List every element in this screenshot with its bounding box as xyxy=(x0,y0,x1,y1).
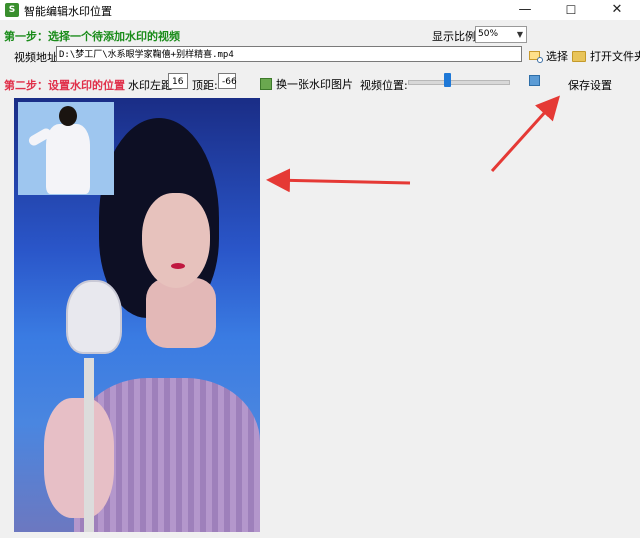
open-folder-label: 打开文件夹 xyxy=(590,50,640,63)
annotation-arrow-save xyxy=(490,95,561,173)
watermark-left-input[interactable]: 16 xyxy=(168,73,188,89)
screenshot-icon[interactable] xyxy=(529,75,540,86)
preview-arm xyxy=(44,398,114,518)
choose-button[interactable]: 选择 xyxy=(529,48,568,64)
chevron-down-icon: ▼ xyxy=(516,30,523,39)
ratio-value: 50% xyxy=(478,29,499,39)
swap-watermark-button[interactable]: 换一张水印图片 xyxy=(260,76,353,92)
window-title: 智能编辑水印位置 xyxy=(24,5,112,18)
watermark-body xyxy=(46,124,90,194)
ratio-label: 显示比例: xyxy=(432,30,480,43)
swap-watermark-label: 换一张水印图片 xyxy=(276,78,353,91)
step1-title: 第一步：选择一个待添加水印的视频 xyxy=(4,30,180,43)
annotation-arrow-watermark xyxy=(266,168,411,193)
save-settings-button[interactable]: 保存设置 xyxy=(568,77,612,93)
watermark-head xyxy=(59,106,77,126)
ratio-select[interactable]: 50% ▼ xyxy=(475,26,527,43)
video-address-input[interactable]: D:\梦工厂\水系眼学家鞠僖+别样精喜.mp4 xyxy=(56,46,522,62)
minimize-button[interactable]: — xyxy=(502,0,548,20)
watermark-image[interactable] xyxy=(18,102,114,195)
preview-mic-stand xyxy=(84,358,94,532)
app-icon: S xyxy=(5,3,19,17)
open-folder-button[interactable]: 打开文件夹 xyxy=(572,48,640,64)
folder-icon xyxy=(572,50,586,62)
preview-face xyxy=(142,193,210,288)
search-icon xyxy=(529,50,543,63)
choose-label: 选择 xyxy=(546,50,568,63)
step2-title: 第二步：设置水印的位置 xyxy=(4,79,125,92)
watermark-top-input[interactable]: -66 xyxy=(218,73,237,89)
image-icon xyxy=(260,78,272,90)
video-position-label: 视频位置: xyxy=(360,79,408,92)
video-preview xyxy=(14,98,260,532)
maximize-button[interactable]: ☐ xyxy=(548,0,594,20)
watermark-top-label: 顶距: xyxy=(192,79,218,92)
video-position-slider[interactable] xyxy=(408,80,510,85)
video-address-label: 视频地址: xyxy=(14,51,62,64)
title-bar: S 智能编辑水印位置 — ☐ ✕ xyxy=(0,0,640,20)
preview-neck xyxy=(146,278,216,348)
close-button[interactable]: ✕ xyxy=(594,0,640,20)
preview-microphone xyxy=(66,280,122,354)
video-position-thumb[interactable] xyxy=(444,73,451,87)
preview-lip xyxy=(171,263,185,269)
